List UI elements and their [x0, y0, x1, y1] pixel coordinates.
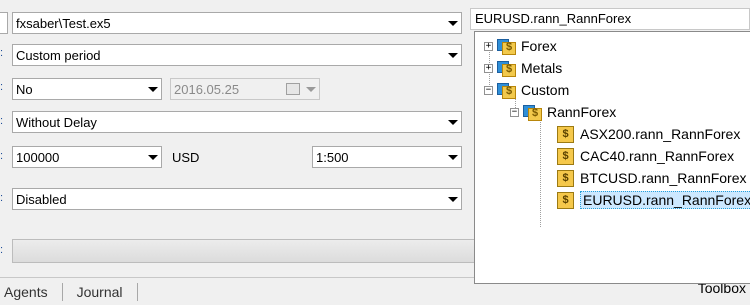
label-colon: :: [0, 115, 4, 127]
chevron-down-icon[interactable]: [444, 45, 461, 65]
optimization-select[interactable]: Disabled: [12, 188, 462, 210]
expand-icon[interactable]: +: [484, 41, 493, 51]
tree-subgroup-rannforex[interactable]: − RannForex: [510, 101, 616, 123]
chevron-down-icon[interactable]: [444, 112, 461, 132]
chevron-down-icon[interactable]: [444, 13, 461, 33]
forward-date-value: 2016.05.25: [174, 81, 240, 97]
expert-value: fxsaber\Test.ex5: [16, 15, 111, 31]
period-value: Custom period: [16, 47, 101, 63]
period-select[interactable]: Custom period: [12, 44, 462, 66]
tree-group-custom[interactable]: − Custom: [484, 79, 569, 101]
forward-select[interactable]: No: [12, 78, 162, 100]
deposit-select[interactable]: 100000: [12, 146, 162, 168]
folder-icon: [497, 37, 517, 55]
folder-icon: [497, 59, 517, 77]
currency-label: USD: [172, 150, 200, 165]
tree-line: [540, 122, 541, 227]
label-colon: :: [0, 47, 4, 59]
collapse-icon[interactable]: −: [510, 107, 519, 117]
delays-value: Without Delay: [16, 114, 97, 130]
expert-select[interactable]: fxsaber\Test.ex5: [12, 12, 462, 34]
label-colon: :: [0, 192, 4, 204]
left-cut-field: [0, 12, 8, 34]
tree-group-label: Forex: [521, 38, 557, 54]
folder-icon: [523, 103, 543, 121]
chevron-down-icon[interactable]: [302, 79, 319, 99]
tree-symbol-label: CAC40.rann_RannForex: [580, 148, 735, 164]
leverage-value: 1:500: [316, 149, 349, 165]
dollar-icon: [557, 125, 574, 143]
dollar-icon: [557, 169, 574, 187]
tree-group-forex[interactable]: + Forex: [484, 35, 557, 57]
label-colon: :: [0, 244, 4, 256]
expand-icon[interactable]: +: [484, 63, 493, 73]
tab-agents[interactable]: Agents: [0, 282, 63, 301]
tab-journal[interactable]: Journal: [63, 282, 138, 301]
tree-group-label: Metals: [521, 60, 563, 76]
dollar-icon: [557, 147, 574, 165]
forward-value: No: [16, 81, 33, 97]
progress-bar: [12, 239, 475, 263]
collapse-icon[interactable]: −: [484, 85, 493, 95]
leverage-select[interactable]: 1:500: [312, 146, 462, 168]
symbol-input[interactable]: EURUSD.rann_RannForex: [470, 8, 750, 30]
tree-symbol-label: BTCUSD.rann_RannForex: [580, 170, 747, 186]
chevron-down-icon[interactable]: [144, 79, 161, 99]
chevron-down-icon[interactable]: [444, 189, 461, 209]
dollar-icon: [557, 191, 574, 209]
tree-symbol[interactable]: CAC40.rann_RannForex: [557, 145, 734, 167]
optimization-value: Disabled: [16, 191, 67, 207]
tree-symbol[interactable]: ASX200.rann_RannForex: [557, 123, 740, 145]
chevron-down-icon[interactable]: [144, 147, 161, 167]
forward-date-picker[interactable]: 2016.05.25: [170, 78, 320, 100]
tree-symbol-label: ASX200.rann_RannForex: [580, 126, 741, 142]
tree-symbol[interactable]: BTCUSD.rann_RannForex: [557, 167, 747, 189]
tree-group-label: Custom: [521, 82, 570, 98]
tree-symbol-label: EURUSD.rann_RannForex: [580, 191, 750, 209]
folder-icon: [497, 81, 517, 99]
symbol-tree[interactable]: + Forex + Metals − Custom − RannForex AS…: [474, 31, 750, 284]
calendar-icon[interactable]: [286, 83, 300, 95]
tree-subgroup-label: RannForex: [547, 104, 617, 120]
delays-select[interactable]: Without Delay: [12, 111, 462, 133]
tree-symbol-selected[interactable]: EURUSD.rann_RannForex: [557, 189, 750, 211]
deposit-value: 100000: [16, 149, 60, 165]
tree-group-metals[interactable]: + Metals: [484, 57, 562, 79]
label-colon: :: [0, 81, 4, 93]
chevron-down-icon[interactable]: [444, 147, 461, 167]
label-colon: :: [0, 150, 4, 162]
